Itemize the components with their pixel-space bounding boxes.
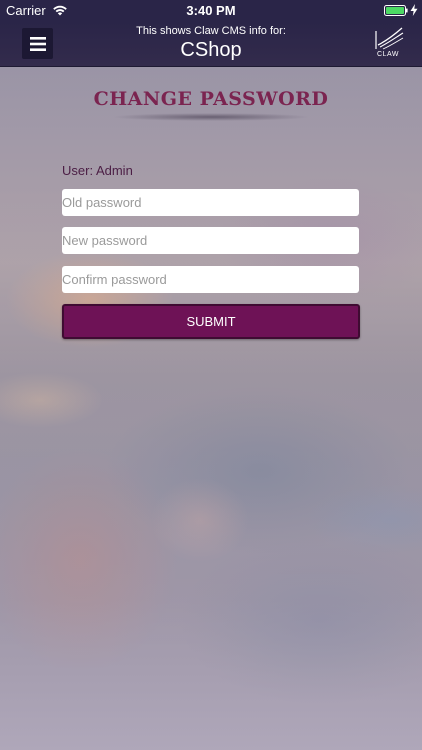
old-password-input[interactable] <box>62 189 359 216</box>
navigation-bar: This shows Claw CMS info for: CShop CLAW <box>0 22 422 67</box>
claw-logo-text: CLAW <box>377 51 399 58</box>
status-time: 3:40 PM <box>186 3 236 18</box>
nav-title: CShop <box>180 39 242 61</box>
claw-logo-icon <box>375 27 404 50</box>
page-title: CHANGE PASSWORD <box>93 88 329 110</box>
battery-icon <box>384 5 408 16</box>
title-underline-shadow <box>112 113 310 121</box>
status-bar: Carrier 3:40 PM <box>0 0 422 22</box>
app-screen: Carrier 3:40 PM This shows Claw CMS info… <box>0 0 422 750</box>
nav-caption: This shows Claw CMS info for: <box>136 25 286 37</box>
charging-icon <box>410 4 418 16</box>
confirm-password-input[interactable] <box>62 266 359 293</box>
user-label: User: Admin <box>62 163 133 178</box>
new-password-input[interactable] <box>62 227 359 254</box>
submit-button[interactable]: SUBMIT <box>62 304 360 339</box>
claw-logo: CLAW <box>370 25 406 61</box>
